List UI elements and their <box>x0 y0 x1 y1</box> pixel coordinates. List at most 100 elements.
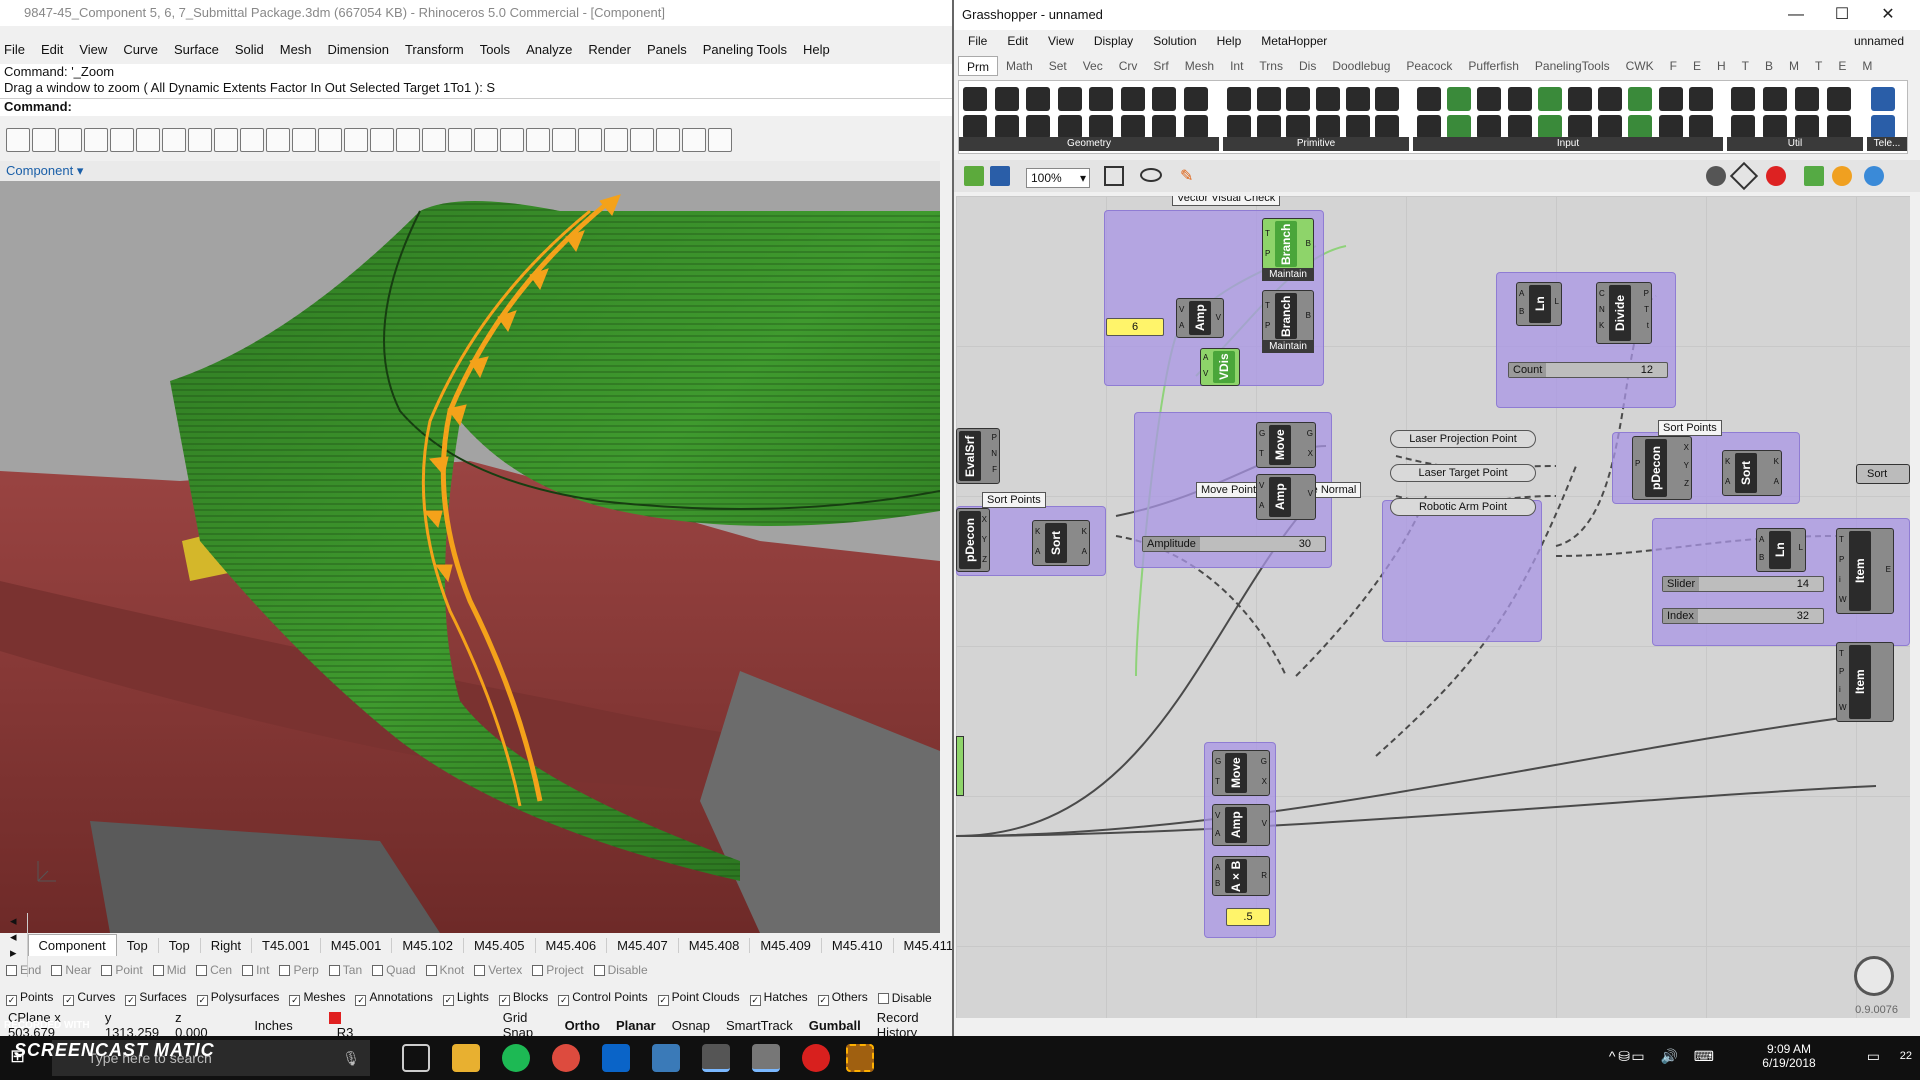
ribbon-component-icon[interactable] <box>1568 115 1592 139</box>
tray-clock[interactable]: 9:09 AM 6/19/2018 <box>1744 1042 1834 1070</box>
open-file-icon[interactable] <box>32 128 56 152</box>
gh-menu-file[interactable]: File <box>968 34 987 52</box>
rhino-menu-file[interactable]: File <box>4 42 25 62</box>
osnap-quad[interactable]: Quad <box>372 963 416 977</box>
new-file-icon[interactable] <box>6 128 30 152</box>
osnap-point[interactable]: Point <box>101 963 143 977</box>
ellipse-icon[interactable] <box>266 128 290 152</box>
leader-icon[interactable] <box>396 128 420 152</box>
view-tab-1[interactable]: Top <box>117 937 159 953</box>
block-icon[interactable] <box>578 128 602 152</box>
gh-tab-12[interactable]: Pufferfish <box>1460 56 1526 76</box>
evaluate-surface-component[interactable]: P N F EvalSrf <box>956 428 1000 484</box>
ribbon-component-icon[interactable] <box>1507 87 1532 111</box>
ribbon-component-icon[interactable] <box>1057 87 1082 111</box>
command-prompt[interactable]: Command: <box>0 98 952 116</box>
display-shaded-icon[interactable] <box>1804 166 1824 186</box>
view-tab-6[interactable]: M45.102 <box>392 937 464 953</box>
view-tab-8[interactable]: M45.406 <box>536 937 608 953</box>
osnap-project[interactable]: Project <box>532 963 584 977</box>
ribbon-component-icon[interactable] <box>963 115 987 139</box>
filter-meshes[interactable]: ✓ Meshes <box>289 990 345 1006</box>
rhino-menu-view[interactable]: View <box>79 42 107 62</box>
status-planar[interactable]: Planar <box>608 1018 664 1033</box>
line-component-2[interactable]: A B L Ln <box>1756 528 1806 572</box>
notification-icon[interactable]: ▭ <box>1867 1048 1880 1065</box>
circle-icon[interactable] <box>214 128 238 152</box>
ribbon-component-icon[interactable] <box>1057 115 1082 139</box>
gh-tab-2[interactable]: Set <box>1041 56 1075 76</box>
filter-points[interactable]: ✓ Points <box>6 990 53 1006</box>
filter-checkbox[interactable]: ✓ <box>657 995 669 1006</box>
ribbon-component-icon[interactable] <box>1871 87 1895 111</box>
osnap-checkbox[interactable] <box>51 965 63 976</box>
ribbon-component-icon[interactable] <box>1286 87 1311 111</box>
print-icon[interactable] <box>84 128 108 152</box>
filter-annotations[interactable]: ✓ Annotations <box>355 990 433 1006</box>
filter-checkbox[interactable]: ✓ <box>355 995 367 1006</box>
point-decompose-component-left[interactable]: X Y ZpDecon <box>956 508 990 572</box>
sort-component-left[interactable]: K A K A Sort <box>1032 520 1090 566</box>
ribbon-component-icon[interactable] <box>1152 115 1176 139</box>
filter-curves[interactable]: ✓ Curves <box>63 990 115 1006</box>
ribbon-group-label[interactable]: Tele... <box>1867 137 1907 151</box>
preview-eye-icon[interactable] <box>1140 168 1162 182</box>
ribbon-component-icon[interactable] <box>1345 87 1370 111</box>
status-smarttrack[interactable]: SmartTrack <box>718 1018 801 1033</box>
filter-checkbox[interactable]: ✓ <box>558 995 570 1006</box>
ribbon-component-icon[interactable] <box>1658 87 1683 111</box>
ribbon-component-icon[interactable] <box>1507 115 1532 139</box>
ribbon-component-icon[interactable] <box>1345 115 1370 139</box>
filter-checkbox[interactable]: ✓ <box>6 995 17 1006</box>
gh-tab-19[interactable]: B <box>1757 56 1781 76</box>
laser-target-point-param[interactable]: Laser Target Point <box>1390 464 1536 482</box>
rhino-menu-analyze[interactable]: Analyze <box>526 42 572 62</box>
osnap-end[interactable]: End <box>6 963 41 977</box>
index-slider[interactable]: Index 32 <box>1662 608 1824 624</box>
file-explorer-icon[interactable] <box>452 1044 480 1072</box>
preview-mode-icon[interactable] <box>1706 166 1726 186</box>
filter-checkbox[interactable]: ✓ <box>125 995 137 1006</box>
filter-disable[interactable]: Disable <box>877 991 932 1005</box>
arc-icon[interactable] <box>240 128 264 152</box>
gh-tab-21[interactable]: T <box>1807 56 1830 76</box>
minimize-button[interactable]: — <box>1774 0 1818 30</box>
ribbon-component-icon[interactable] <box>1795 87 1819 111</box>
gh-tab-7[interactable]: Int <box>1222 56 1251 76</box>
rhino-menu-paneling-tools[interactable]: Paneling Tools <box>703 42 787 62</box>
filter-hatches[interactable]: ✓ Hatches <box>749 990 808 1006</box>
osnap-checkbox[interactable] <box>242 965 254 976</box>
osnap-checkbox[interactable] <box>372 965 384 976</box>
gh-tab-13[interactable]: PanelingTools <box>1527 56 1618 76</box>
filter-checkbox[interactable]: ✓ <box>498 995 510 1006</box>
ribbon-component-icon[interactable] <box>1447 87 1472 111</box>
ribbon-component-icon[interactable] <box>994 87 1019 111</box>
navigation-widget[interactable] <box>1854 956 1894 996</box>
save-file-icon[interactable] <box>58 128 82 152</box>
view-tab-3[interactable]: Right <box>201 937 253 953</box>
people-icon[interactable]: ⛁ <box>1618 1048 1630 1065</box>
ribbon-component-icon[interactable] <box>1477 115 1502 139</box>
filter-checkbox[interactable]: ✓ <box>442 995 454 1006</box>
text-object-icon[interactable] <box>526 128 550 152</box>
ribbon-component-icon[interactable] <box>963 87 987 111</box>
gh-tab-6[interactable]: Mesh <box>1177 56 1222 76</box>
display-color-icon[interactable] <box>1832 166 1852 186</box>
text-icon[interactable] <box>344 128 368 152</box>
ribbon-component-icon[interactable] <box>1871 115 1895 139</box>
curve-icon[interactable] <box>188 128 212 152</box>
maximize-button[interactable]: ☐ <box>1820 0 1864 30</box>
sketch-pen-icon[interactable]: ✎ <box>1180 166 1198 186</box>
osnap-near[interactable]: Near <box>51 963 91 977</box>
count-slider[interactable]: Count 12 <box>1508 362 1668 378</box>
ribbon-component-icon[interactable] <box>1120 87 1145 111</box>
save-file-icon[interactable] <box>990 166 1010 186</box>
filter-checkbox[interactable]: ✓ <box>63 995 75 1006</box>
osnap-checkbox[interactable] <box>474 965 486 976</box>
ribbon-component-icon[interactable] <box>1183 87 1208 111</box>
rhino-menu-solid[interactable]: Solid <box>235 42 264 62</box>
osnap-checkbox[interactable] <box>101 965 113 976</box>
ribbon-component-icon[interactable] <box>1417 87 1441 111</box>
panel-half[interactable]: .5 <box>1226 908 1270 926</box>
osnap-checkbox[interactable] <box>152 965 164 976</box>
